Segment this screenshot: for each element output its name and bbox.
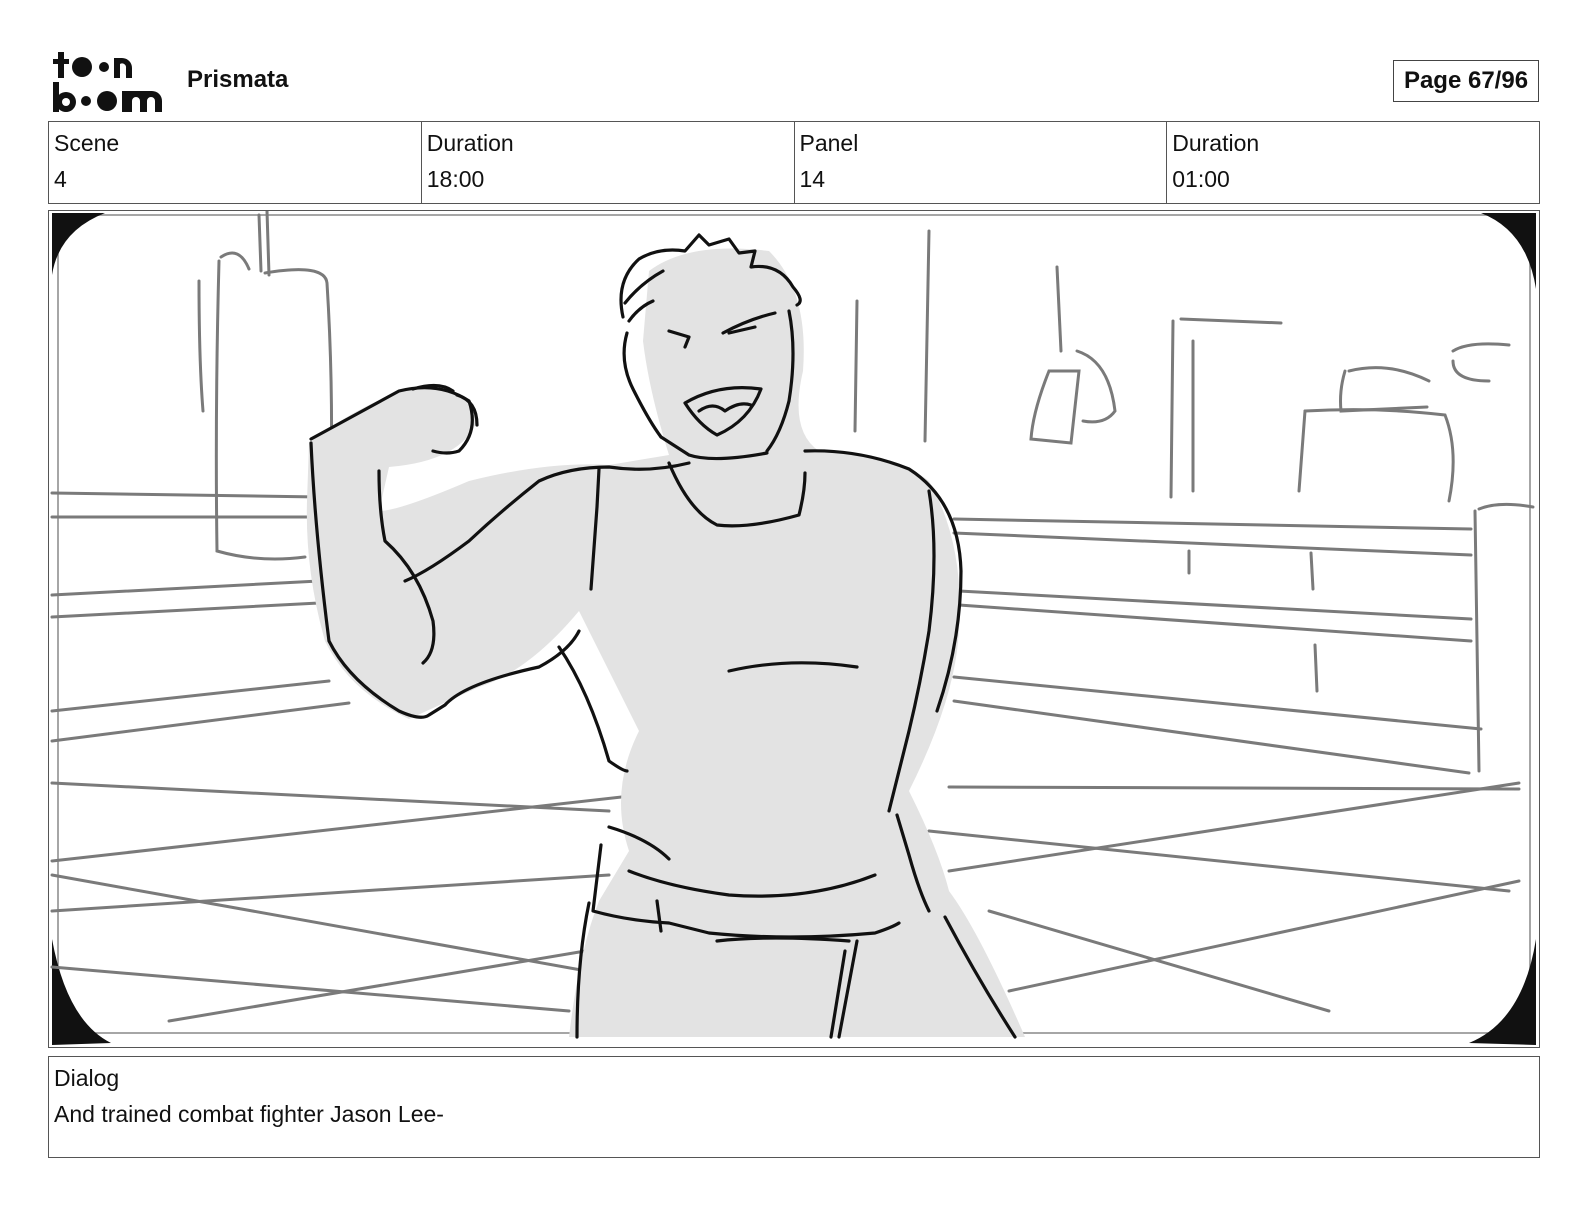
- scene-value: 4: [54, 166, 67, 192]
- panel-label: Panel: [799, 130, 859, 156]
- panel-cell: Panel 14: [795, 122, 1168, 203]
- page-number: Page 67/96: [1393, 60, 1539, 102]
- toon-boom-logo: [53, 52, 162, 112]
- dialog-text: And trained combat fighter Jason Lee-: [54, 1101, 444, 1127]
- panel-value: 14: [799, 166, 826, 192]
- panel-sketch: [50, 211, 1536, 1045]
- project-title: Prismata: [187, 66, 289, 93]
- fighter-fill: [306, 248, 1025, 1037]
- panel-duration-label: Duration: [1172, 130, 1260, 156]
- scene-duration-value: 18:00: [426, 166, 485, 192]
- panel-info-table: Scene 4 Duration 18:00 Panel 14 Duration…: [48, 121, 1540, 204]
- scene-cell: Scene 4: [49, 122, 422, 203]
- scene-duration-label: Duration: [426, 130, 514, 156]
- dialog-box: Dialog And trained combat fighter Jason …: [48, 1056, 1540, 1158]
- panel-duration-value: 01:00: [1172, 166, 1230, 192]
- scene-duration-cell: Duration 18:00: [422, 122, 795, 203]
- scene-label: Scene: [54, 130, 120, 156]
- panel-duration-cell: Duration 01:00: [1167, 122, 1539, 203]
- dialog-label: Dialog: [54, 1065, 120, 1091]
- storyboard-panel: [48, 210, 1540, 1048]
